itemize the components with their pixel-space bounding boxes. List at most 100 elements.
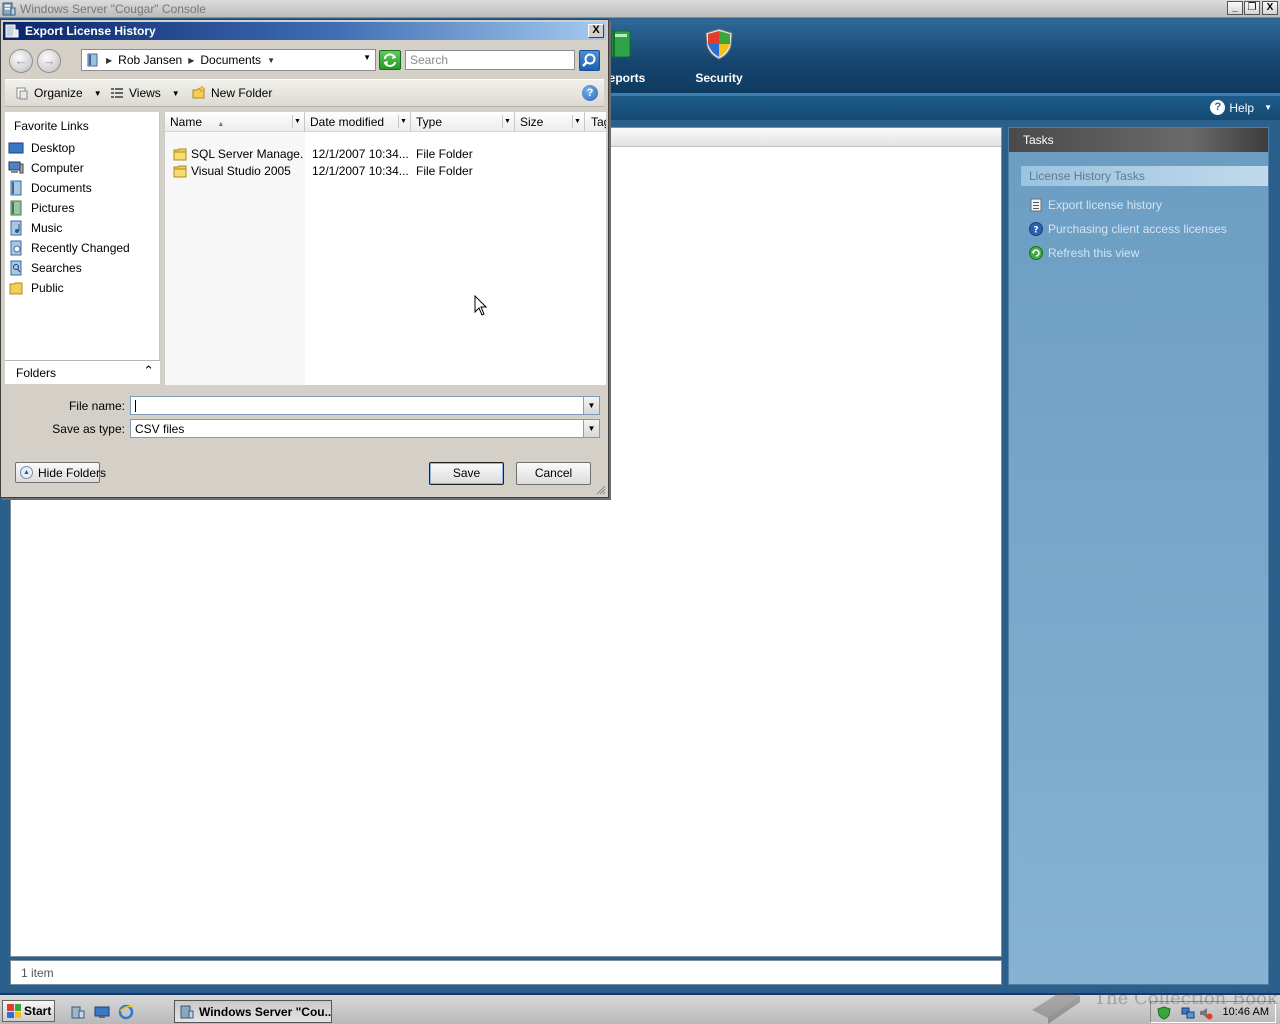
save-as-type-value: CSV files <box>135 422 185 436</box>
chevron-down-icon[interactable]: ▼ <box>572 115 582 128</box>
column-label: Type <box>416 115 443 129</box>
favorite-searches[interactable]: Searches <box>8 259 82 277</box>
favorite-music[interactable]: Music <box>8 219 62 237</box>
cancel-button[interactable]: Cancel <box>516 462 591 485</box>
new-folder-icon <box>192 86 206 99</box>
navigation-row: ← → ▶ Rob Jansen ▶ Documents ▼ ▼ Search <box>5 45 604 75</box>
column-label: Name <box>170 115 203 129</box>
reports-book-icon <box>611 30 631 58</box>
column-header-name[interactable]: Name ▲ ▼ <box>165 112 305 132</box>
close-button[interactable]: X <box>1262 1 1278 15</box>
folder-icon <box>173 148 187 161</box>
dialog-title: Export License History <box>25 24 156 38</box>
dialog-close-button[interactable]: X <box>588 24 604 38</box>
status-bar: 1 item <box>10 960 1002 985</box>
help-button[interactable]: ? Help ▼ <box>1210 100 1272 115</box>
minimize-button[interactable]: _ <box>1227 1 1243 15</box>
internet-explorer-icon[interactable] <box>118 1004 134 1020</box>
column-header-date-modified[interactable]: Date modified ▼ <box>305 112 411 132</box>
taskbar: Start Windows Server "Cou... 10:46 AM <box>0 993 1280 1024</box>
start-button[interactable]: Start <box>2 1000 55 1022</box>
task-purchasing-cals[interactable]: ? Purchasing client access licenses <box>1029 220 1227 238</box>
chevron-down-icon[interactable]: ▼ <box>583 420 599 437</box>
file-name: Visual Studio 2005 <box>191 164 291 178</box>
documents-icon <box>10 180 22 196</box>
folder-icon <box>173 165 187 178</box>
breadcrumb-rob-jansen[interactable]: Rob Jansen <box>118 53 182 67</box>
search-input[interactable]: Search <box>405 50 575 70</box>
chevron-up-icon: ▲ <box>20 466 33 479</box>
task-refresh-view[interactable]: Refresh this view <box>1029 244 1139 262</box>
breadcrumb-arrow-icon[interactable]: ▼ <box>267 56 275 65</box>
views-icon <box>111 88 123 98</box>
nav-tab-security[interactable]: Security <box>690 27 748 93</box>
refresh-icon <box>1029 246 1043 260</box>
chevron-down-icon[interactable]: ▼ <box>502 115 512 128</box>
chevron-down-icon[interactable]: ▼ <box>363 53 371 62</box>
column-header-tag[interactable]: Tag <box>586 112 606 132</box>
column-header-size[interactable]: Size ▼ <box>515 112 585 132</box>
folders-label: Folders <box>16 366 57 380</box>
organize-label: Organize <box>34 86 83 100</box>
help-icon: ? <box>1210 100 1226 115</box>
watermark-text: The Collection Book <box>1094 988 1278 1009</box>
favorite-label: Pictures <box>31 201 75 215</box>
address-bar[interactable]: ▶ Rob Jansen ▶ Documents ▼ ▼ <box>81 49 376 71</box>
file-name-input[interactable]: ▼ <box>130 396 600 415</box>
restore-button[interactable]: ❐ <box>1244 1 1260 15</box>
favorite-label: Music <box>31 221 63 235</box>
dialog-toolbar: Organize ▼ Views ▼ New Folder ? <box>5 79 604 107</box>
arrow-left-icon: ← <box>14 53 28 68</box>
breadcrumb-arrow-icon[interactable]: ▶ <box>106 56 112 65</box>
task-link-label: Refresh this view <box>1048 246 1140 260</box>
save-button[interactable]: Save <box>429 462 504 485</box>
favorite-recently-changed[interactable]: Recently Changed <box>8 239 130 257</box>
organize-menu[interactable]: Organize ▼ <box>15 86 102 100</box>
server-app-icon <box>180 1005 194 1019</box>
dialog-help-button[interactable]: ? <box>582 85 598 101</box>
back-button[interactable]: ← <box>9 49 33 73</box>
computer-icon <box>8 161 24 174</box>
desktop-icon <box>8 142 24 154</box>
resize-grip-icon[interactable] <box>595 484 606 495</box>
chevron-down-icon: ▼ <box>1264 103 1272 112</box>
chevron-down-icon[interactable]: ▼ <box>583 397 599 414</box>
console-titlebar[interactable]: Windows Server "Cougar" Console _ ❐ X <box>0 0 1280 18</box>
chevron-down-icon[interactable]: ▼ <box>292 115 302 128</box>
favorite-label: Computer <box>31 161 84 175</box>
refresh-button[interactable] <box>379 50 401 70</box>
favorite-computer[interactable]: Computer <box>8 159 84 177</box>
recently-changed-icon <box>10 240 22 256</box>
column-header-type[interactable]: Type ▼ <box>411 112 515 132</box>
svg-text:?: ? <box>1033 226 1038 236</box>
breadcrumb-documents[interactable]: Documents <box>200 53 261 67</box>
hide-folders-button[interactable]: ▲ Hide Folders <box>15 462 106 483</box>
file-row[interactable]: SQL Server Manage... 12/1/2007 10:34... … <box>165 146 606 163</box>
tasks-section-title: License History Tasks <box>1021 166 1268 186</box>
new-folder-button[interactable]: New Folder <box>192 86 272 100</box>
save-as-type-select[interactable]: CSV files ▼ <box>130 419 600 438</box>
file-type: File Folder <box>416 147 473 161</box>
chevron-up-icon: ⌃ <box>143 363 154 378</box>
export-license-history-dialog: Export License History X ← → ▶ Rob Janse… <box>0 19 609 498</box>
file-list[interactable]: Name ▲ ▼ Date modified ▼ Type ▼ Size ▼ T… <box>164 112 606 385</box>
chevron-down-icon[interactable]: ▼ <box>398 115 408 128</box>
console-title: Windows Server "Cougar" Console <box>20 2 206 16</box>
favorite-desktop[interactable]: Desktop <box>8 139 75 157</box>
server-manager-quicklaunch-icon[interactable] <box>70 1004 86 1020</box>
folders-toggle[interactable]: Folders ⌃ <box>5 360 160 384</box>
show-desktop-icon[interactable] <box>94 1004 110 1020</box>
taskbar-console-button[interactable]: Windows Server "Cou... <box>174 1000 332 1023</box>
favorite-pictures[interactable]: Pictures <box>8 199 74 217</box>
task-export-license-history[interactable]: Export license history <box>1029 196 1162 214</box>
taskbar-button-label: Windows Server "Cou... <box>199 1005 332 1019</box>
search-button[interactable] <box>579 50 600 71</box>
favorite-public[interactable]: Public <box>8 279 64 297</box>
favorite-documents[interactable]: Documents <box>8 179 92 197</box>
breadcrumb-arrow-icon[interactable]: ▶ <box>188 56 194 65</box>
forward-button[interactable]: → <box>37 49 61 73</box>
views-menu[interactable]: Views ▼ <box>110 86 180 100</box>
chevron-down-icon: ▼ <box>171 88 180 98</box>
file-row[interactable]: Visual Studio 2005 12/1/2007 10:34... Fi… <box>165 163 606 180</box>
dialog-titlebar[interactable]: Export License History X <box>3 22 606 40</box>
